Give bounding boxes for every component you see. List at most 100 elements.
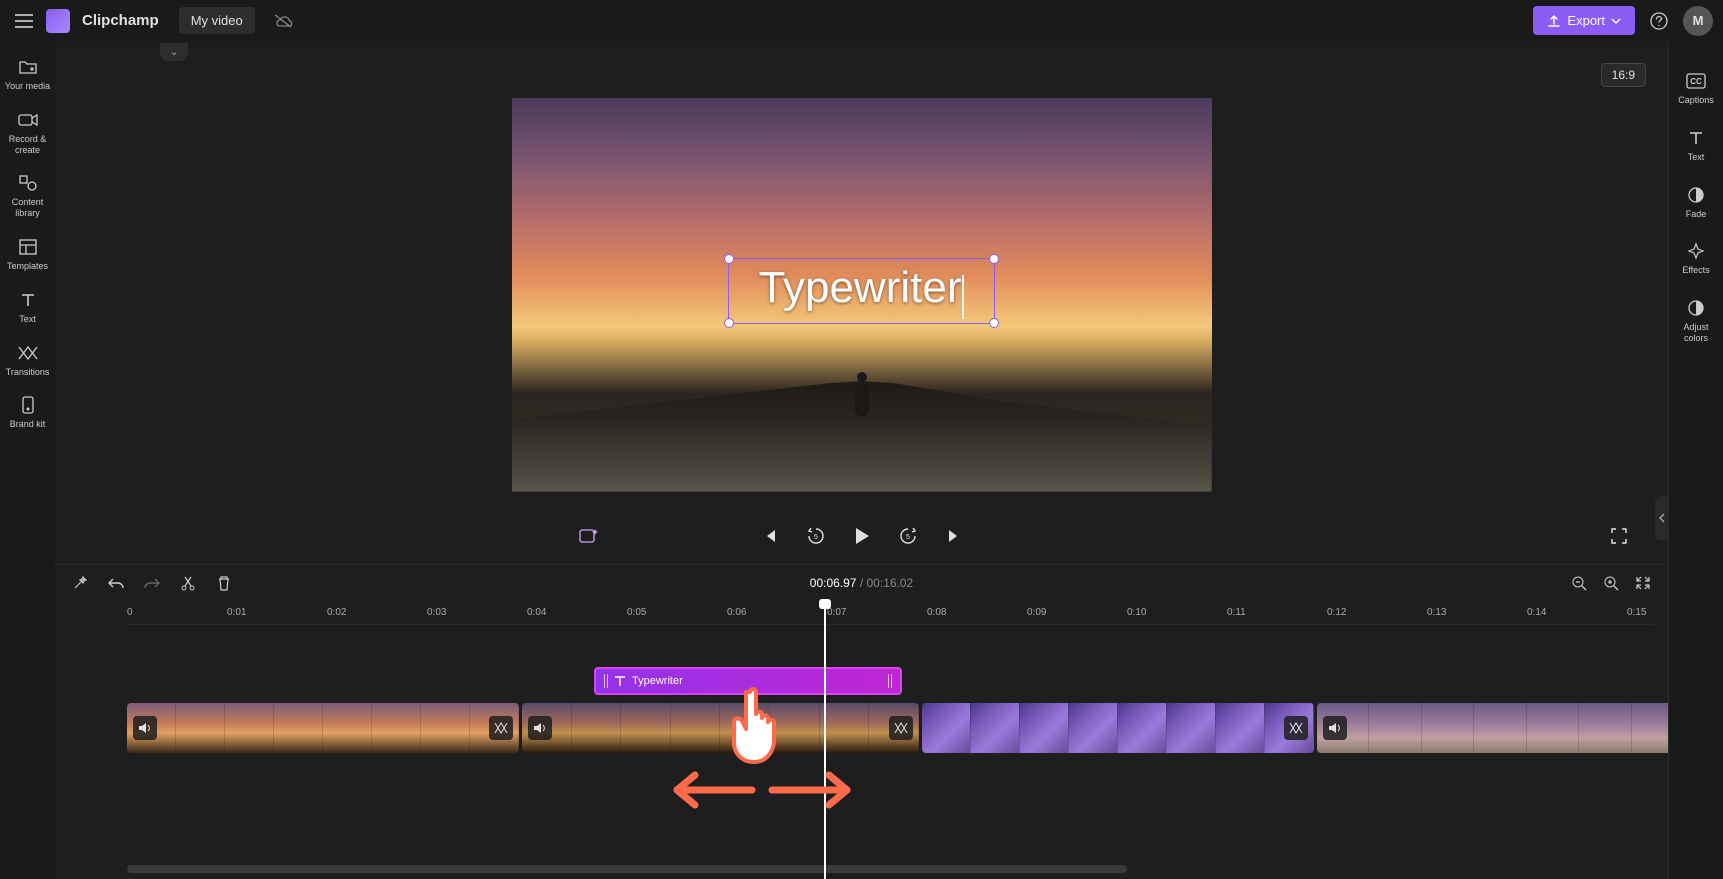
svg-text:CC: CC [1690,77,1702,86]
undo-button[interactable] [105,572,127,594]
shapes-icon [18,173,38,193]
ruler-tick: 0:11 [1227,607,1246,618]
sidebar-label: Your media [5,81,50,92]
skip-forward-button[interactable] [940,522,968,550]
timeline-scrollbar[interactable] [127,865,1127,873]
timeline-tracks[interactable]: Typewriter [127,625,1654,879]
clip-transition-button[interactable] [489,716,513,740]
total-time: 00:16.02 [867,576,914,590]
sidebar-label: Text [1688,152,1705,163]
sparkle-icon [1686,241,1706,261]
sidebar-item-transitions[interactable]: Transitions [3,335,53,386]
resize-handle-bl[interactable] [724,318,734,328]
zoom-in-button[interactable] [1600,572,1622,594]
help-button[interactable] [1645,7,1673,35]
resize-handle-br[interactable] [989,318,999,328]
skip-back-button[interactable] [756,522,784,550]
sidebar-item-brand-kit[interactable]: Brand kit [3,387,53,438]
sidebar-item-text[interactable]: Text [3,282,53,333]
ruler-tick: 0:02 [327,607,346,618]
text-icon [614,675,626,687]
clip-volume-button[interactable] [1323,716,1347,740]
zoom-out-button[interactable] [1568,572,1590,594]
expand-timeline-button[interactable]: ⌄ [160,43,188,61]
text-clip-label: Typewriter [632,675,683,687]
camera-icon [18,110,38,130]
sidebar-item-record-create[interactable]: Record & create [3,102,53,164]
ruler-tick: 0:07 [827,607,846,618]
sidebar-item-your-media[interactable]: Your media [3,49,53,100]
collapse-right-panel-button[interactable] [1655,496,1669,540]
sidebar-item-text-props[interactable]: Text [1671,118,1721,173]
delete-button[interactable] [213,572,235,594]
forward-5s-button[interactable]: 5 [894,522,922,550]
redo-button[interactable] [141,572,163,594]
video-title-field[interactable]: My video [179,7,255,34]
sidebar-label: Record & create [5,134,51,156]
sidebar-label: Text [19,314,36,325]
captions-icon: CC [1686,71,1706,91]
ruler-tick: 0:04 [527,607,546,618]
ruler-tick: 0:15 [1627,607,1646,618]
play-button[interactable] [848,522,876,550]
right-sidebar: CC Captions Text Fade Effects Adjust col… [1668,41,1723,879]
video-track [127,703,1687,753]
fullscreen-button[interactable] [1605,522,1633,550]
split-button[interactable] [177,572,199,594]
clip-trim-left-handle[interactable] [604,674,608,688]
clip-volume-button[interactable] [133,716,157,740]
sidebar-item-fade[interactable]: Fade [1671,175,1721,230]
video-clip-2[interactable] [522,703,919,753]
export-button[interactable]: Export [1533,6,1635,35]
magic-wand-button[interactable] [69,572,91,594]
playhead[interactable] [824,601,826,879]
layout-icon [18,237,38,257]
timeline-toolbar: 00:06.97 / 00:16.02 [55,565,1668,601]
text-clip-typewriter[interactable]: Typewriter [594,667,902,695]
zoom-fit-button[interactable] [1632,572,1654,594]
cloud-sync-off-icon [273,13,293,29]
sidebar-label: Captions [1678,95,1714,106]
clip-volume-button[interactable] [528,716,552,740]
video-clip-1[interactable] [127,703,519,753]
ai-enhance-button[interactable] [575,522,603,550]
resize-handle-tr[interactable] [989,254,999,264]
sidebar-item-templates[interactable]: Templates [3,229,53,280]
ruler-tick: 0 [127,607,133,618]
ruler-tick: 0:13 [1427,607,1446,618]
sidebar-label: Adjust colors [1673,322,1719,344]
rewind-5s-button[interactable]: 5 [802,522,830,550]
hamburger-menu-button[interactable] [10,7,38,35]
timeline-ruler[interactable]: 0 0:01 0:02 0:03 0:04 0:05 0:06 0:07 0:0… [127,601,1654,625]
upload-icon [1547,14,1561,28]
main-area: Your media Record & create Content libra… [0,41,1723,879]
sidebar-item-content-library[interactable]: Content library [3,165,53,227]
ruler-tick: 0:03 [427,607,446,618]
chevron-down-icon [1611,18,1621,24]
timeline-timecode: 00:06.97 / 00:16.02 [810,576,913,590]
ruler-tick: 0:08 [927,607,946,618]
player-controls: 5 5 [55,508,1668,564]
text-icon [1686,128,1706,148]
drag-arrows-overlay [657,760,867,820]
clip-transition-button[interactable] [1284,716,1308,740]
resize-handle-tl[interactable] [724,254,734,264]
aspect-ratio-button[interactable]: 16:9 [1601,63,1646,87]
clip-trim-right-handle[interactable] [888,674,892,688]
video-clip-3[interactable] [922,703,1314,753]
sidebar-label: Content library [5,197,51,219]
video-preview[interactable]: Typewriter [512,98,1212,492]
text-overlay-selection[interactable]: Typewriter [728,258,996,325]
sidebar-item-adjust-colors[interactable]: Adjust colors [1671,288,1721,354]
ruler-tick: 0:09 [1027,607,1046,618]
clip-transition-button[interactable] [889,716,913,740]
sidebar-item-captions[interactable]: CC Captions [1671,61,1721,116]
video-clip-4[interactable] [1317,703,1684,753]
user-avatar[interactable]: M [1683,6,1713,36]
canvas-area: 16:9 Typewriter 5 5 [55,41,1668,879]
sidebar-item-effects[interactable]: Effects [1671,231,1721,286]
svg-text:5: 5 [906,534,910,541]
sidebar-label: Templates [7,261,48,272]
svg-text:5: 5 [814,534,818,541]
sidebar-label: Fade [1686,209,1707,220]
